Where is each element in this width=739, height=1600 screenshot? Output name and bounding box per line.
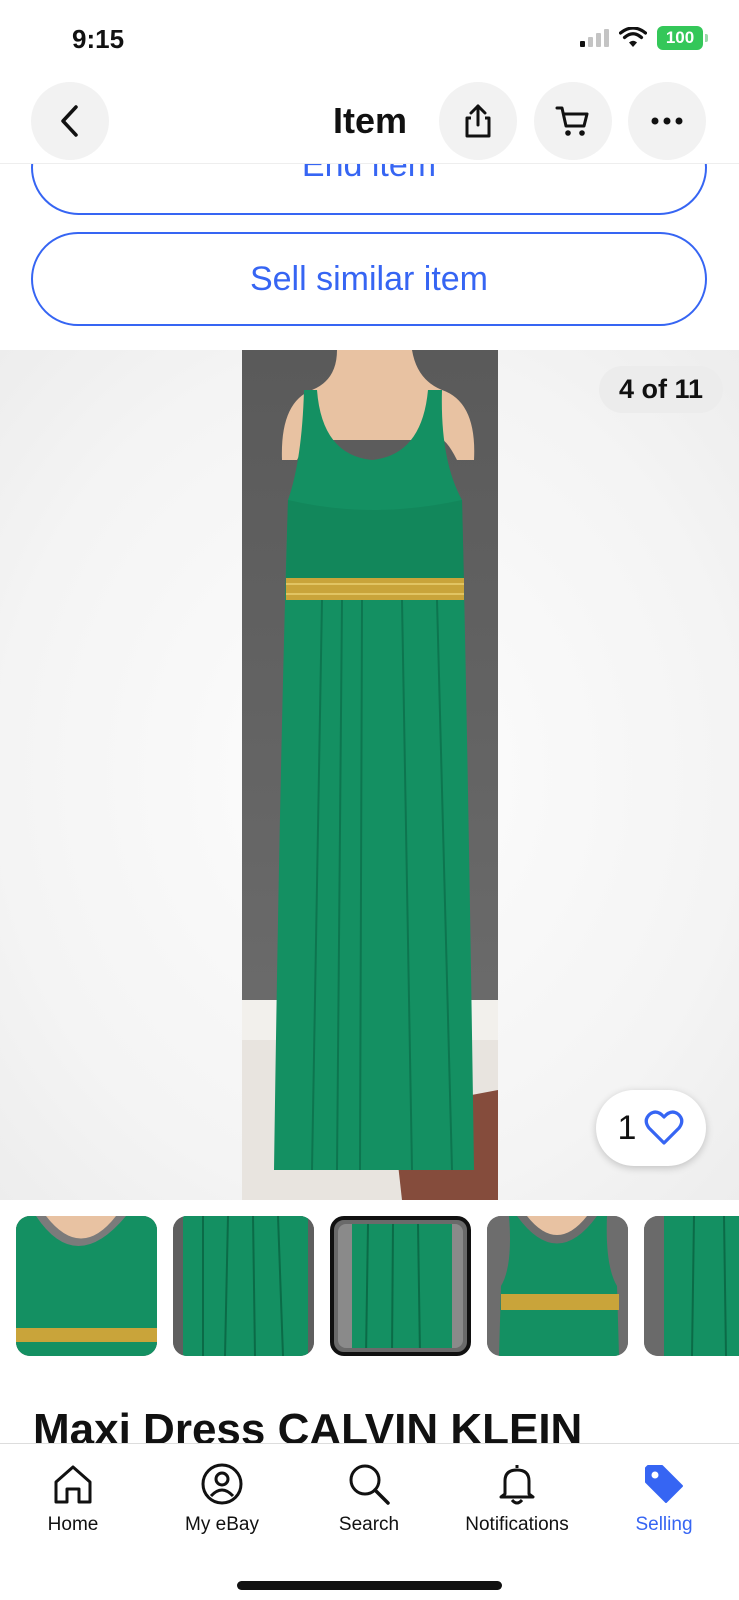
share-button[interactable]	[439, 82, 517, 160]
heart-icon	[645, 1110, 684, 1145]
home-indicator	[237, 1581, 502, 1590]
watch-count: 1	[617, 1108, 637, 1147]
signal-icon	[580, 29, 609, 47]
bottom-tab-bar: Home My eBay Search Notifications Sellin…	[0, 1443, 739, 1600]
user-icon	[201, 1463, 243, 1505]
tab-home[interactable]: Home	[8, 1462, 138, 1536]
nav-bar: Item	[0, 80, 739, 164]
thumbnail-5[interactable]	[644, 1216, 739, 1356]
watch-button[interactable]: 1	[596, 1090, 706, 1166]
tab-my-ebay[interactable]: My eBay	[157, 1462, 287, 1536]
thumbnail-4[interactable]	[487, 1216, 628, 1356]
tab-label-my-ebay: My eBay	[185, 1514, 259, 1535]
thumbnail-3-selected[interactable]	[330, 1216, 471, 1356]
more-button[interactable]	[628, 82, 706, 160]
tab-label-selling: Selling	[635, 1514, 693, 1535]
cart-button[interactable]	[534, 82, 612, 160]
back-button[interactable]	[31, 82, 109, 160]
search-icon	[349, 1464, 390, 1505]
thumbnail-strip	[16, 1216, 739, 1356]
tab-label-search: Search	[338, 1514, 400, 1535]
page-title: Item	[332, 100, 408, 141]
tab-notifications[interactable]: Notifications	[452, 1462, 582, 1536]
tab-label-home: Home	[47, 1514, 99, 1535]
chevron-left-icon	[61, 105, 78, 137]
home-icon	[54, 1465, 92, 1504]
thumbnail-1[interactable]	[16, 1216, 157, 1356]
tag-icon	[645, 1465, 683, 1503]
status-time: 9:15	[72, 24, 125, 54]
image-counter: 4 of 11	[598, 366, 723, 413]
status-bar: 9:15 100	[0, 0, 739, 80]
tab-label-notifications: Notifications	[465, 1514, 569, 1535]
battery-indicator: 100	[657, 26, 708, 50]
sell-similar-button[interactable]: Sell similar item	[31, 232, 707, 326]
more-dots-icon	[651, 117, 683, 125]
thumbnail-2[interactable]	[173, 1216, 314, 1356]
product-photo[interactable]	[242, 350, 498, 1200]
share-icon	[465, 104, 491, 138]
cart-icon	[555, 106, 589, 136]
tab-selling[interactable]: Selling	[599, 1462, 729, 1536]
bell-icon	[499, 1465, 535, 1505]
wifi-icon	[619, 27, 647, 47]
status-icons: 100	[580, 26, 708, 50]
tab-search[interactable]: Search	[304, 1462, 434, 1536]
image-gallery[interactable]: 4 of 11 1	[0, 350, 739, 1200]
